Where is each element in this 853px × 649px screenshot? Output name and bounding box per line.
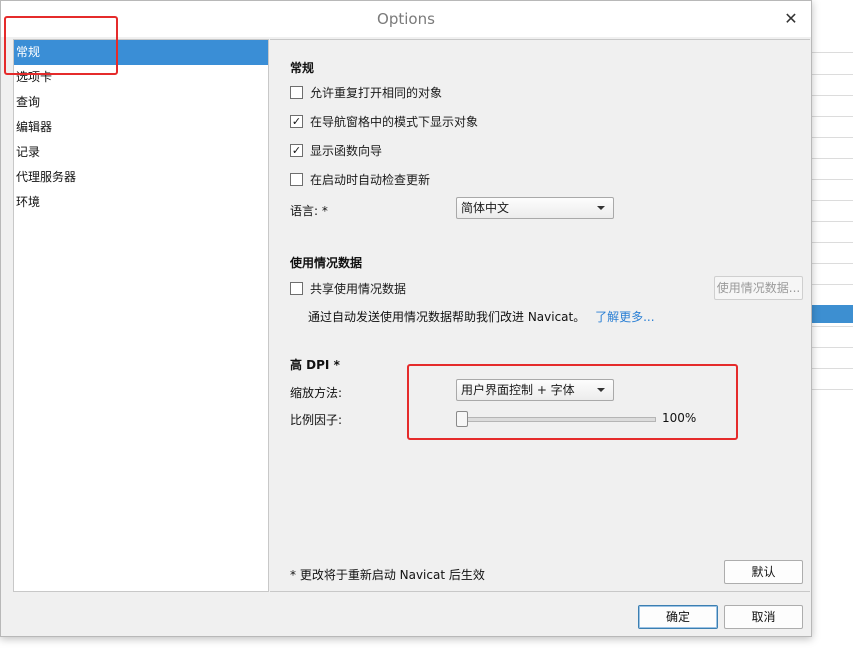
options-dialog: Options ✕ 常规 选项卡 查询 编辑器 记录 代理服务器 环境 常规 允…	[0, 0, 812, 637]
usage-description-line: 通过自动发送使用情况数据帮助我们改进 Navicat。 了解更多...	[308, 308, 655, 325]
sidebar-item-records[interactable]: 记录	[14, 140, 268, 165]
scale-method-label: 缩放方法:	[290, 386, 343, 400]
default-button[interactable]: 默认	[724, 560, 803, 584]
scale-factor-label: 比例因子:	[290, 413, 343, 427]
scale-factor-slider-track[interactable]	[460, 417, 656, 422]
checkbox-allow-duplicate[interactable]	[290, 85, 303, 99]
title-bar[interactable]: Options ✕	[1, 1, 811, 37]
bg-divider	[812, 221, 853, 222]
bg-divider	[812, 179, 853, 180]
usage-data-button[interactable]: 使用情况数据...	[714, 276, 803, 300]
scale-method-value: 用户界面控制 + 字体	[461, 383, 575, 397]
checkbox-show-schema[interactable]: ✓	[290, 114, 303, 128]
sidebar-item-editor[interactable]: 编辑器	[14, 115, 268, 140]
cancel-button[interactable]: 取消	[724, 605, 803, 629]
checkbox-row-share-usage[interactable]: 共享使用情况数据	[290, 279, 406, 297]
checkbox-row-allow-duplicate[interactable]: 允许重复打开相同的对象	[290, 83, 442, 101]
scale-factor-slider-thumb[interactable]	[456, 411, 468, 427]
checkbox-function-wizard[interactable]: ✓	[290, 143, 303, 157]
bg-divider	[812, 368, 853, 369]
language-label: 语言: *	[290, 204, 328, 218]
checkbox-label: 在导航窗格中的模式下显示对象	[310, 114, 479, 129]
options-sidebar: 常规 选项卡 查询 编辑器 记录 代理服务器 环境	[13, 39, 269, 592]
chevron-down-icon	[597, 206, 605, 210]
usage-section-title: 使用情况数据	[290, 256, 363, 270]
bg-divider	[812, 242, 853, 243]
general-section-title: 常规	[290, 61, 315, 75]
bg-divider	[812, 347, 853, 348]
sidebar-item-query[interactable]: 查询	[14, 90, 268, 115]
bg-selected-row	[812, 305, 853, 323]
sidebar-item-tabs[interactable]: 选项卡	[14, 65, 268, 90]
sidebar-item-general[interactable]: 常规	[14, 40, 268, 65]
restart-note: * 更改将于重新启动 Navicat 后生效	[290, 568, 485, 582]
options-content: 常规 允许重复打开相同的对象 ✓ 在导航窗格中的模式下显示对象 ✓ 显示函数向导…	[270, 39, 810, 592]
chevron-down-icon	[597, 388, 605, 392]
close-icon[interactable]: ✕	[781, 9, 801, 29]
bg-divider	[812, 52, 853, 53]
checkbox-row-check-updates[interactable]: 在启动时自动检查更新	[290, 170, 430, 188]
language-select[interactable]: 简体中文	[456, 197, 614, 219]
checkbox-label: 允许重复打开相同的对象	[310, 85, 443, 100]
sidebar-item-proxy[interactable]: 代理服务器	[14, 165, 268, 190]
bg-divider	[812, 389, 853, 390]
checkbox-row-function-wizard[interactable]: ✓ 显示函数向导	[290, 141, 382, 159]
scale-factor-value: 100%	[662, 411, 697, 425]
dialog-title: Options	[377, 10, 435, 28]
checkbox-row-show-schema[interactable]: ✓ 在导航窗格中的模式下显示对象	[290, 112, 478, 130]
language-value: 简体中文	[461, 201, 510, 215]
scale-method-select[interactable]: 用户界面控制 + 字体	[456, 379, 614, 401]
checkbox-label: 显示函数向导	[310, 143, 383, 158]
checkbox-check-updates[interactable]	[290, 172, 303, 186]
checkbox-share-usage[interactable]	[290, 281, 303, 295]
checkbox-label: 共享使用情况数据	[310, 281, 407, 296]
checkbox-label: 在启动时自动检查更新	[310, 172, 431, 187]
bg-divider	[812, 158, 853, 159]
bg-divider	[812, 116, 853, 117]
dpi-section-title: 高 DPI *	[290, 358, 340, 372]
sidebar-item-environment[interactable]: 环境	[14, 190, 268, 215]
bg-divider	[812, 137, 853, 138]
ok-button[interactable]: 确定	[638, 605, 718, 629]
bg-divider	[812, 95, 853, 96]
usage-description: 通过自动发送使用情况数据帮助我们改进 Navicat。	[308, 310, 586, 324]
learn-more-link[interactable]: 了解更多...	[595, 310, 654, 324]
bg-divider	[812, 74, 853, 75]
bg-divider	[812, 326, 853, 327]
bg-divider	[812, 200, 853, 201]
bg-divider	[812, 284, 853, 285]
bg-divider	[812, 263, 853, 264]
